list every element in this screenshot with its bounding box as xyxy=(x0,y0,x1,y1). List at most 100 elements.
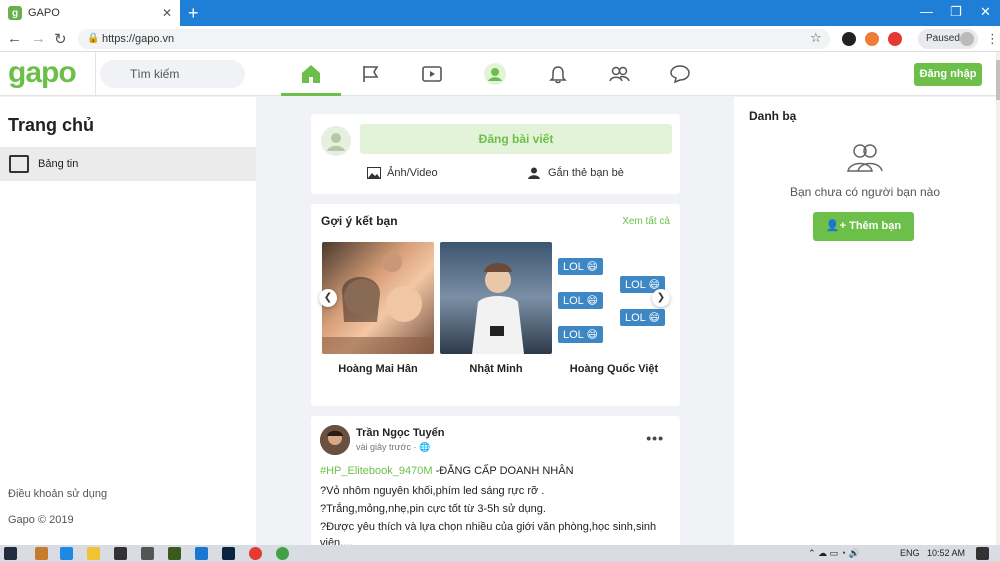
bell-icon[interactable] xyxy=(546,62,570,86)
reload-icon[interactable]: ↻ xyxy=(54,30,67,48)
profile-icon[interactable] xyxy=(483,62,507,86)
post-text-line: ?Trắng,mỏng,nhẹ,pin cực tốt từ 3-5h sử d… xyxy=(320,503,546,515)
friends-icon[interactable] xyxy=(607,62,631,86)
windows-taskbar: ⌃ ☁ ▭ ◔ 🔊 ENG 10:52 AM xyxy=(0,545,1000,562)
profile-button[interactable]: Paused xyxy=(918,29,978,49)
avatar[interactable] xyxy=(320,425,350,455)
app-icon[interactable] xyxy=(276,547,289,560)
image-icon xyxy=(367,167,381,179)
store-icon[interactable] xyxy=(114,547,127,560)
search-input[interactable]: Tìm kiếm xyxy=(100,60,245,88)
tag-friends-button[interactable]: Gắn thẻ bạn bè xyxy=(528,167,624,179)
scrollbar-thumb[interactable] xyxy=(996,60,1000,100)
lol-bubble: LOL 😄 xyxy=(558,326,603,343)
active-tab-indicator xyxy=(281,93,341,96)
back-icon[interactable]: ← xyxy=(7,30,22,47)
photo-video-label: Ảnh/Video xyxy=(387,167,438,179)
language-indicator[interactable]: ENG xyxy=(900,548,920,558)
edge-icon[interactable] xyxy=(60,547,73,560)
add-friend-label: Thêm bạn xyxy=(849,220,902,232)
flag-icon[interactable] xyxy=(360,62,384,86)
friend-suggestions: Gợi ý kết bạn Xem tất cả Hoàng Mai Hân N… xyxy=(311,204,680,406)
forward-icon[interactable]: → xyxy=(31,30,46,47)
browser-menu-icon[interactable]: ⋮ xyxy=(986,31,999,47)
post-text-line: ?Được yêu thích và lựa chọn nhiều của gi… xyxy=(320,521,657,533)
photoshop-icon[interactable] xyxy=(222,547,235,560)
page-title: Trang chủ xyxy=(8,115,95,135)
browser-titlebar: g GAPO ✕ + — ❐ ✕ xyxy=(0,0,1000,26)
profile-status: Paused xyxy=(926,33,960,44)
suggestion-photo[interactable] xyxy=(440,242,552,354)
lock-icon: 🔒 xyxy=(87,33,100,44)
app-icon[interactable] xyxy=(168,547,181,560)
notification-icon[interactable] xyxy=(976,547,989,560)
chat-icon[interactable] xyxy=(668,62,692,86)
clock[interactable]: 10:52 AM xyxy=(927,548,965,558)
lol-bubble: LOL 😄 xyxy=(558,292,603,309)
add-friend-button[interactable]: 👤+ Thêm bạn xyxy=(813,212,914,241)
divider xyxy=(95,52,96,96)
extension-chat-icon[interactable] xyxy=(842,32,856,46)
post-text-line: ?Vỏ nhôm nguyên khối,phím led sáng rực r… xyxy=(320,485,545,497)
add-user-icon: 👤+ xyxy=(825,220,850,232)
contacts-panel: Danh bạ Bạn chưa có người bạn nào 👤+ Thê… xyxy=(734,97,996,545)
start-icon[interactable] xyxy=(4,547,17,560)
tab-close-icon[interactable]: ✕ xyxy=(162,6,172,20)
post-text-line: #HP_Elitebook_9470M -ĐẲNG CẤP DOANH NHÂN xyxy=(320,465,574,477)
tray-icons[interactable]: ⌃ ☁ ▭ ◔ 🔊 xyxy=(808,548,860,559)
folder-icon[interactable] xyxy=(87,547,100,560)
create-post-button[interactable]: Đăng bài viết xyxy=(360,124,672,154)
maximize-button[interactable]: ❐ xyxy=(950,4,962,20)
post-text: -ĐẲNG CẤP DOANH NHÂN xyxy=(432,465,574,477)
suggestion-name[interactable]: Nhật Minh xyxy=(440,363,552,375)
login-button[interactable]: Đăng nhập xyxy=(914,63,982,86)
extension-red-icon[interactable] xyxy=(888,32,902,46)
suggestions-title: Gợi ý kết bạn xyxy=(321,214,398,228)
home-icon[interactable] xyxy=(299,62,323,86)
app-icon[interactable] xyxy=(35,547,48,560)
url-text: https://gapo.vn xyxy=(102,33,175,45)
gapo-favicon-icon: g xyxy=(8,6,22,20)
bookmark-star-icon[interactable]: ☆ xyxy=(810,30,822,46)
feed-post: Trần Ngọc Tuyển vài giây trước · 🌐 ••• #… xyxy=(311,416,680,556)
see-all-link[interactable]: Xem tất cả xyxy=(622,216,670,227)
url-input[interactable]: 🔒 https://gapo.vn xyxy=(78,29,830,49)
suggestion-photo[interactable] xyxy=(322,242,434,354)
tag-friends-label: Gắn thẻ bạn bè xyxy=(548,167,624,179)
photo-video-button[interactable]: Ảnh/Video xyxy=(367,167,438,179)
carousel-prev-icon[interactable]: ❮ xyxy=(319,289,337,307)
search-placeholder: Tìm kiếm xyxy=(130,67,180,81)
contacts-empty-icon xyxy=(846,141,884,178)
profile-avatar-icon xyxy=(960,32,974,46)
sidebar-item-news-feed[interactable]: Bảng tin xyxy=(0,147,256,181)
minimize-button[interactable]: — xyxy=(920,4,933,19)
contacts-title: Danh bạ xyxy=(749,109,797,123)
new-tab-button[interactable]: + xyxy=(188,3,199,24)
sidebar-item-label: Bảng tin xyxy=(38,158,79,170)
browser-tab[interactable]: g GAPO ✕ xyxy=(0,0,180,26)
lol-bubble: LOL 😄 xyxy=(620,309,665,326)
video-icon[interactable] xyxy=(420,62,444,86)
post-author[interactable]: Trần Ngọc Tuyển xyxy=(356,427,444,439)
hashtag-link[interactable]: #HP_Elitebook_9470M xyxy=(320,465,433,477)
carousel-next-icon[interactable]: ❯ xyxy=(652,289,670,307)
news-feed-icon xyxy=(9,155,29,173)
suggestion-name[interactable]: Hoàng Quốc Việt xyxy=(558,363,670,375)
address-bar: ← → ↻ 🔒 https://gapo.vn ☆ Paused ⋮ xyxy=(0,26,1000,52)
ie-icon[interactable] xyxy=(195,547,208,560)
tab-title: GAPO xyxy=(28,7,60,19)
terms-link[interactable]: Điều khoản sử dụng xyxy=(8,488,107,500)
app-header: gapo Tìm kiếm Đăng nhập xyxy=(0,52,1000,96)
chrome-icon[interactable] xyxy=(249,547,262,560)
close-window-button[interactable]: ✕ xyxy=(980,4,991,20)
post-time: vài giây trước · 🌐 xyxy=(356,442,431,452)
suggestion-name[interactable]: Hoàng Mai Hân xyxy=(322,363,434,375)
left-sidebar: Trang chủ Bảng tin Điều khoản sử dụng Ga… xyxy=(0,97,256,545)
lol-bubble: LOL 😄 xyxy=(558,258,603,275)
gapo-logo[interactable]: gapo xyxy=(8,56,77,90)
more-options-icon[interactable]: ••• xyxy=(646,430,664,446)
extension-orange-icon[interactable] xyxy=(865,32,879,46)
mail-icon[interactable] xyxy=(141,547,154,560)
copyright-text: Gapo © 2019 xyxy=(8,514,74,526)
scrollbar-track[interactable] xyxy=(996,52,1000,545)
